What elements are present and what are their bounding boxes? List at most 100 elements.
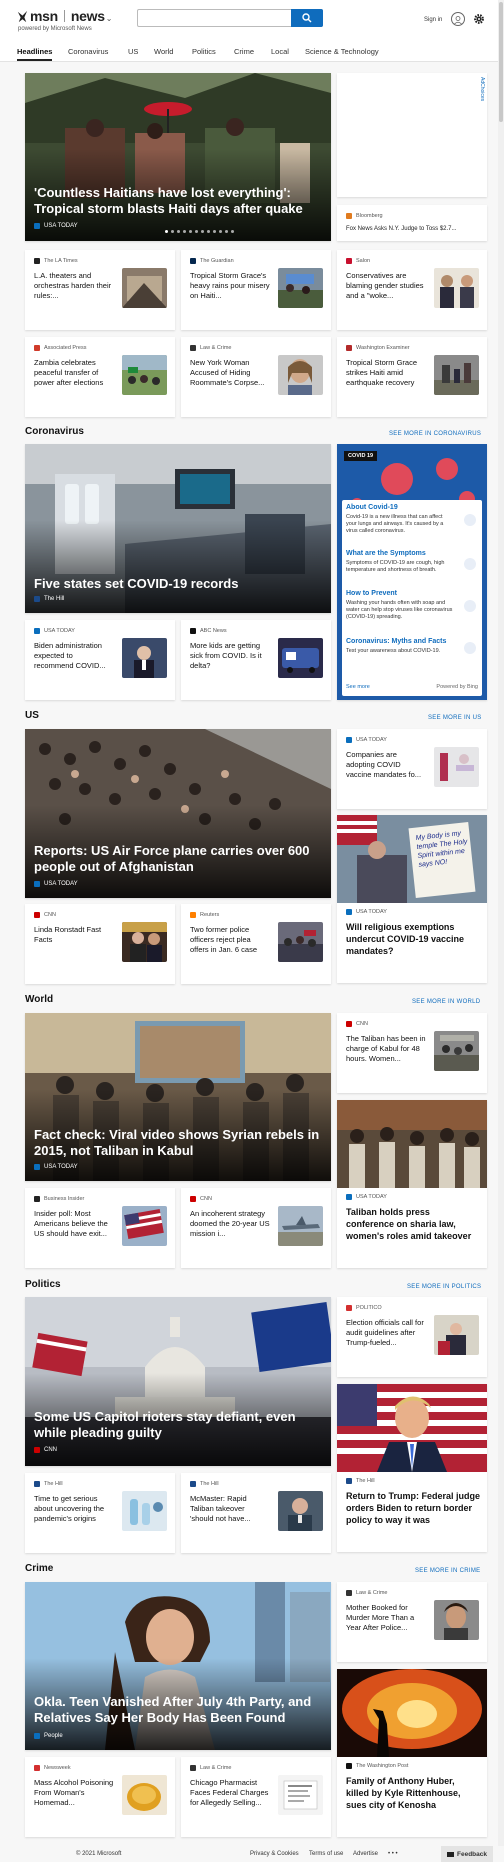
story-card[interactable]: POLITICO Election officials call for aud… (337, 1297, 487, 1377)
story-title[interactable]: Conservatives are blaming gender studies… (346, 271, 426, 301)
tab-world[interactable]: World (154, 47, 173, 56)
story-card[interactable]: CNN An incoherent strategy doomed the 20… (181, 1188, 331, 1268)
story-card-tall[interactable]: USA TODAY Taliban holds press conference… (337, 1100, 487, 1268)
more-options-icon[interactable]: • • • (388, 1851, 398, 1857)
msn-logo[interactable]: msn news⌄ (16, 8, 112, 24)
covid-item-myths[interactable]: Coronavirus: Myths and Facts Test your a… (346, 638, 454, 655)
tab-headlines[interactable]: Headlines (17, 47, 53, 61)
story-title[interactable]: Mother Booked for Murder More Than a Yea… (346, 1603, 426, 1633)
scrollbar-thumb[interactable] (499, 2, 503, 122)
world-hero-card[interactable]: Fact check: Viral video shows Syrian reb… (25, 1013, 331, 1181)
section-heading-coronavirus[interactable]: Coronavirus (25, 426, 84, 437)
hero-title[interactable]: Some US Capitol rioters stay defiant, ev… (34, 1409, 324, 1441)
search-button[interactable] (291, 9, 323, 27)
story-card[interactable]: ABC News More kids are getting sick from… (181, 620, 331, 700)
story-card[interactable]: CNN Linda Ronstadt Fast Facts (25, 904, 175, 984)
tab-crime[interactable]: Crime (234, 47, 254, 56)
story-card[interactable]: Newsweek Mass Alcohol Poisoning From Wom… (25, 1757, 175, 1837)
search-input[interactable] (138, 12, 288, 29)
headline-hero-card[interactable]: 'Countless Haitians have lost everything… (25, 73, 331, 241)
story-card[interactable]: USA TODAY Companies are adopting COVID v… (337, 729, 487, 809)
story-title[interactable]: Return to Trump: Federal judge orders Bi… (346, 1490, 480, 1526)
story-card[interactable]: USA TODAY Biden administration expected … (25, 620, 175, 700)
sign-in-link[interactable]: Sign in (424, 17, 442, 23)
story-card[interactable]: Law & Crime New York Woman Accused of Hi… (181, 337, 331, 417)
politics-hero-card[interactable]: Some US Capitol rioters stay defiant, ev… (25, 1297, 331, 1466)
story-title[interactable]: Taliban holds press conference on sharia… (346, 1206, 480, 1242)
story-card[interactable]: CNN The Taliban has been in charge of Ka… (337, 1013, 487, 1093)
story-title[interactable]: Fox News Asks N.Y. Judge to Toss $2.7... (346, 226, 457, 232)
story-title[interactable]: Biden administration expected to recomme… (34, 641, 114, 671)
story-card[interactable]: Law & Crime Mother Booked for Murder Mor… (337, 1582, 487, 1662)
us-hero-card[interactable]: Reports: US Air Force plane carries over… (25, 729, 331, 898)
story-card[interactable]: Washington Examiner Tropical Storm Grace… (337, 337, 487, 417)
story-title[interactable]: Will religious exemptions undercut COVID… (346, 921, 480, 957)
story-title[interactable]: Time to get serious about uncovering the… (34, 1494, 114, 1524)
crime-hero-card[interactable]: Okla. Teen Vanished After July 4th Party… (25, 1582, 331, 1750)
story-title[interactable]: McMaster: Rapid Taliban takeover 'should… (190, 1494, 270, 1524)
advertise-link[interactable]: Advertise (353, 1851, 378, 1857)
chevron-down-icon[interactable]: ⌄ (106, 14, 113, 23)
hero-title[interactable]: 'Countless Haitians have lost everything… (34, 185, 324, 217)
story-title[interactable]: Mass Alcohol Poisoning From Woman's Home… (34, 1778, 114, 1808)
hero-title[interactable]: Five states set COVID-19 records (34, 576, 324, 592)
section-heading-politics[interactable]: Politics (25, 1279, 61, 1290)
privacy-link[interactable]: Privacy & Cookies (250, 1851, 299, 1857)
story-title[interactable]: Insider poll: Most Americans believe the… (34, 1209, 114, 1239)
covid-see-more-link[interactable]: See more (346, 684, 370, 690)
story-title[interactable]: New York Woman Accused of Hiding Roommat… (190, 358, 270, 388)
story-title[interactable]: Companies are adopting COVID vaccine man… (346, 750, 426, 780)
terms-link[interactable]: Terms of use (309, 1851, 343, 1857)
story-card[interactable]: The Hill Time to get serious about uncov… (25, 1473, 175, 1553)
covid-item-symptoms[interactable]: What are the Symptoms Symptoms of COVID-… (346, 550, 454, 574)
ad-card[interactable]: AdChoices (337, 73, 487, 197)
covid-item-prevent[interactable]: How to Prevent Washing your hands often … (346, 590, 454, 621)
story-title[interactable]: Election officials call for audit guidel… (346, 1318, 426, 1348)
story-card[interactable]: The Guardian Tropical Storm Grace's heav… (181, 250, 331, 330)
ad-choices-label[interactable]: AdChoices (479, 77, 485, 101)
story-card[interactable]: Associated Press Zambia celebrates peace… (25, 337, 175, 417)
section-heading-crime[interactable]: Crime (25, 1563, 53, 1574)
story-title[interactable]: Chicago Pharmacist Faces Federal Charges… (190, 1778, 270, 1808)
story-title[interactable]: L.A. theaters and orchestras harden thei… (34, 271, 114, 301)
tab-us[interactable]: US (128, 47, 138, 56)
story-title[interactable]: The Taliban has been in charge of Kabul … (346, 1034, 426, 1064)
story-title[interactable]: Tropical Storm Grace's heavy rains pour … (190, 271, 270, 301)
hero-title[interactable]: Reports: US Air Force plane carries over… (34, 843, 324, 875)
story-title[interactable]: An incoherent strategy doomed the 20-yea… (190, 1209, 270, 1239)
story-title[interactable]: Tropical Storm Grace strikes Haiti amid … (346, 358, 426, 388)
headline-side-card[interactable]: Bloomberg Fox News Asks N.Y. Judge to To… (337, 205, 487, 241)
coronavirus-hero-card[interactable]: Five states set COVID-19 records The Hil… (25, 444, 331, 613)
story-title[interactable]: Zambia celebrates peaceful transfer of p… (34, 358, 114, 388)
story-card[interactable]: Business Insider Insider poll: Most Amer… (25, 1188, 175, 1268)
story-title[interactable]: Two former police officers reject plea o… (190, 925, 270, 955)
story-card[interactable]: Salon Conservatives are blaming gender s… (337, 250, 487, 330)
carousel-dots[interactable] (165, 230, 234, 233)
covid-item-about[interactable]: About Covid-19 Covid-19 is a new illness… (346, 504, 454, 535)
hero-title[interactable]: Okla. Teen Vanished After July 4th Party… (34, 1694, 324, 1726)
story-card[interactable]: Law & Crime Chicago Pharmacist Faces Fed… (181, 1757, 331, 1837)
scrollbar[interactable] (498, 0, 504, 1846)
hero-title[interactable]: Fact check: Viral video shows Syrian reb… (34, 1127, 324, 1159)
see-more-crime-link[interactable]: SEE MORE IN CRIME (415, 1568, 480, 1574)
story-card[interactable]: Reuters Two former police officers rejec… (181, 904, 331, 984)
tab-science-technology[interactable]: Science & Technology (305, 47, 379, 56)
story-title[interactable]: More kids are getting sick from COVID. I… (190, 641, 270, 671)
section-heading-us[interactable]: US (25, 710, 39, 721)
section-heading-world[interactable]: World (25, 994, 53, 1005)
see-more-us-link[interactable]: SEE MORE IN US (428, 715, 482, 721)
tab-coronavirus[interactable]: Coronavirus (68, 47, 108, 56)
avatar-icon[interactable] (451, 12, 465, 26)
story-card[interactable]: The Hill McMaster: Rapid Taliban takeove… (181, 1473, 331, 1553)
story-card[interactable]: The LA Times L.A. theaters and orchestra… (25, 250, 175, 330)
feedback-button[interactable]: Feedback (441, 1846, 493, 1862)
story-card-tall[interactable]: My Body is my temple The Holy Spirit wit… (337, 815, 487, 983)
story-card-tall[interactable]: The Washington Post Family of Anthony Hu… (337, 1669, 487, 1837)
story-title[interactable]: Linda Ronstadt Fast Facts (34, 925, 114, 945)
see-more-coronavirus-link[interactable]: SEE MORE IN CORONAVIRUS (389, 431, 481, 437)
gear-icon[interactable] (473, 13, 485, 25)
see-more-politics-link[interactable]: SEE MORE IN POLITICS (407, 1284, 481, 1290)
tab-politics[interactable]: Politics (192, 47, 216, 56)
story-card-tall[interactable]: The Hill Return to Trump: Federal judge … (337, 1384, 487, 1552)
story-title[interactable]: Family of Anthony Huber, killed by Kyle … (346, 1775, 480, 1811)
